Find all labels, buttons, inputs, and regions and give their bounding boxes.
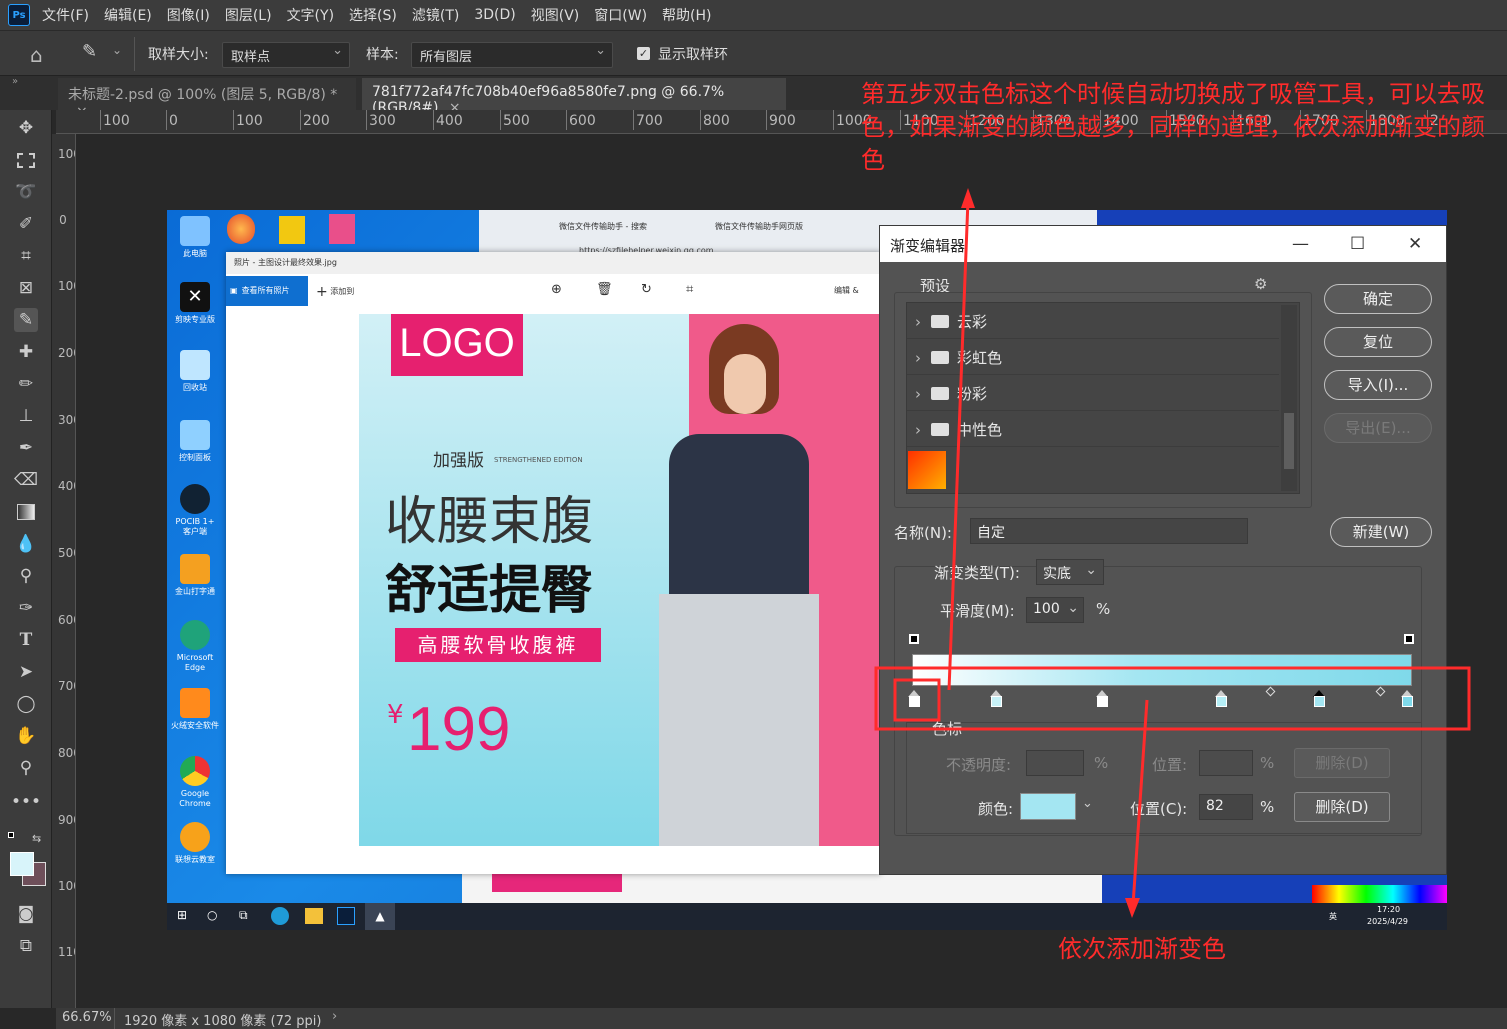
highlight-first-stop-box	[893, 678, 941, 722]
arrow-down-line	[1131, 699, 1149, 906]
arrow-up-head	[961, 188, 975, 208]
arrow-up-line	[947, 199, 970, 691]
chevron-right-icon[interactable]: ›	[332, 1009, 337, 1024]
zoom-level[interactable]: 66.67%	[62, 1010, 112, 1025]
highlight-stop-bar-box	[874, 666, 1471, 731]
annotation-overlay	[874, 188, 1471, 918]
status-bar: 66.67% 1920 像素 x 1080 像素 (72 ppi) ›	[56, 1008, 1507, 1029]
document-size: 1920 像素 x 1080 像素 (72 ppi)	[124, 1014, 322, 1029]
arrow-down-head	[1125, 898, 1140, 918]
